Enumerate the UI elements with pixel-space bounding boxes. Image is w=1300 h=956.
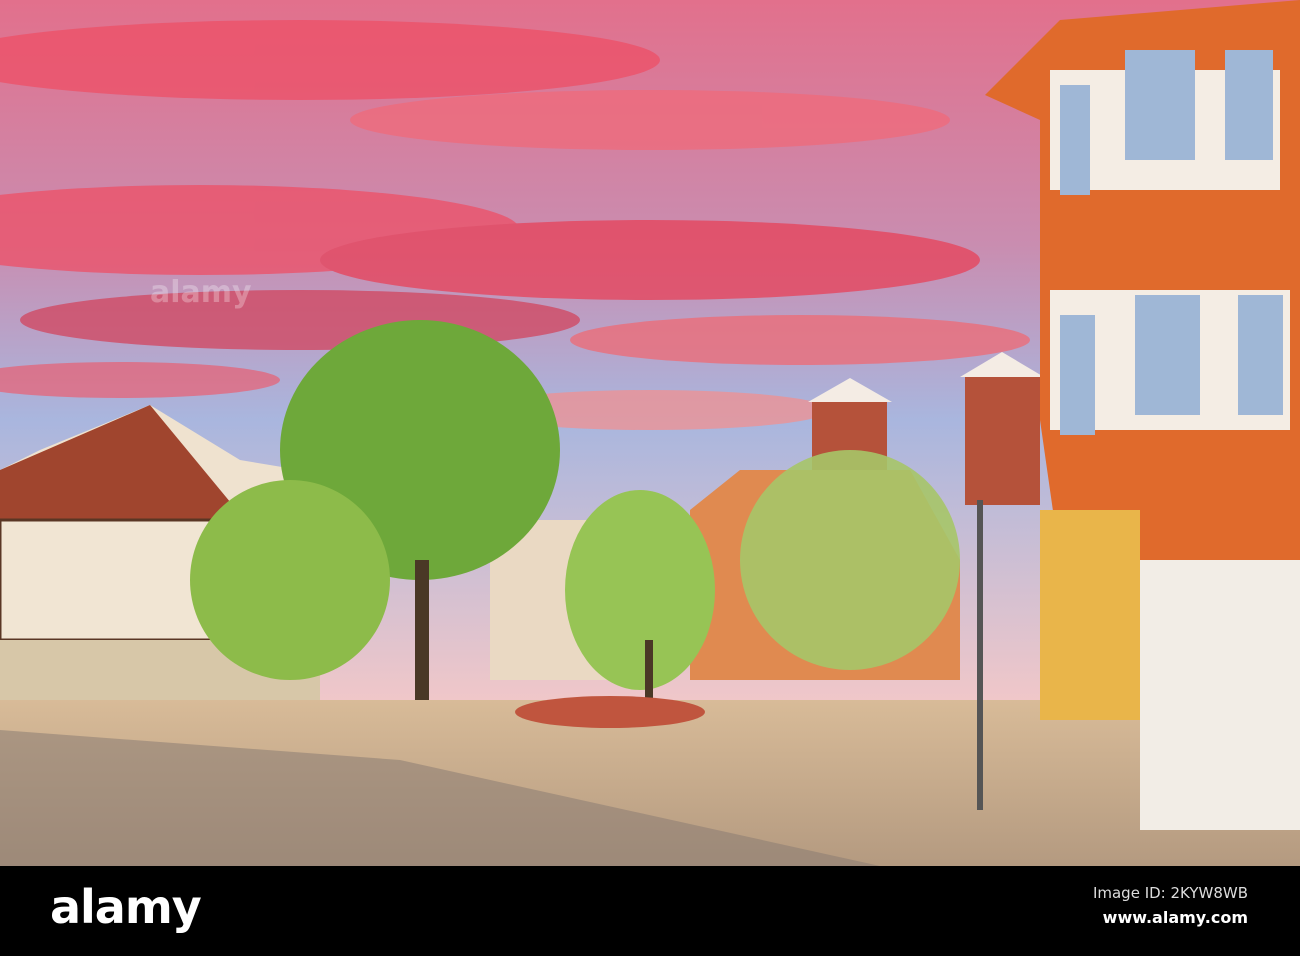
alamy-logo: alamy — [50, 880, 202, 934]
watermark-text: alamy — [150, 275, 252, 310]
town-square-photo — [0, 0, 1300, 866]
street-lamp — [977, 500, 983, 810]
site-url: www.alamy.com — [1102, 908, 1248, 927]
stock-photo: alamy alamy Image ID: 2KYW8WB www.alamy.… — [0, 0, 1300, 956]
footer-bar: alamy Image ID: 2KYW8WB www.alamy.com — [0, 866, 1300, 956]
fountain — [515, 696, 705, 728]
image-id: Image ID: 2KYW8WB — [1092, 884, 1248, 902]
